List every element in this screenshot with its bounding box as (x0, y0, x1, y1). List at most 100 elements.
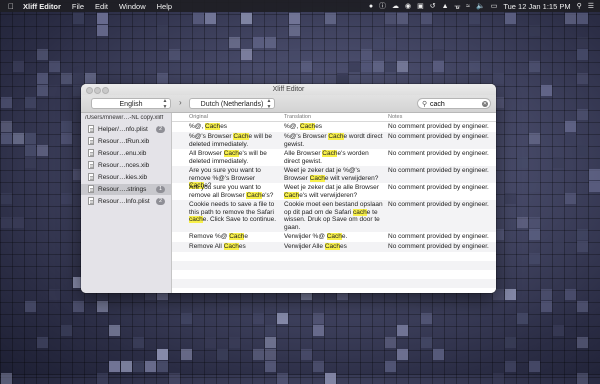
time-machine-icon[interactable]: ↺ (430, 2, 436, 10)
notes-cell: No comment provided by engineer. (388, 133, 489, 140)
wallpaper-tile (517, 157, 528, 168)
wallpaper-tile (541, 85, 552, 96)
wallpaper-tile (385, 361, 396, 372)
wallpaper-tile (181, 313, 192, 324)
wallpaper-tile (289, 13, 300, 24)
clear-search-icon[interactable]: ✕ (482, 101, 488, 107)
wallpaper-tile (61, 193, 72, 204)
minimize-window-button[interactable] (94, 87, 101, 94)
menu-file[interactable]: File (72, 2, 84, 11)
table-row[interactable]: %@, Caches %@, Caches No comment provided … (172, 122, 496, 132)
status-cloud-icon[interactable]: ☁ (392, 2, 399, 10)
original-cell: %@'s Browser Cache will be deleted immed… (189, 133, 272, 148)
wallpaper-tile (325, 13, 336, 24)
wallpaper-tile (397, 13, 408, 24)
search-highlight: Cach (328, 133, 344, 140)
toolbar: English ▲▼ › Dutch (Netherlands) ▲▼ ⚲ ✕ (81, 95, 496, 113)
sidebar-file-item[interactable]: Resour…enu.xib (81, 148, 171, 159)
wallpaper-tile (301, 61, 312, 72)
sidebar-file-item[interactable]: Resour…kies.xib (81, 172, 171, 183)
status-screen-icon[interactable]: ▣ (417, 2, 424, 10)
wallpaper-tile (73, 13, 84, 24)
notes-cell: No comment provided by engineer. (388, 150, 489, 157)
wallpaper-tile (589, 181, 600, 192)
wallpaper-tile (529, 61, 540, 72)
table-row[interactable]: Are you sure you want to remove all Brow… (172, 183, 496, 200)
source-language-label: English (119, 101, 143, 108)
wallpaper-tile (529, 361, 540, 372)
wallpaper-tile (1, 97, 12, 108)
wallpaper-tile (1, 193, 12, 204)
wallpaper-tile (577, 49, 588, 60)
status-circle-icon[interactable]: ● (369, 3, 373, 10)
wallpaper-tile (565, 289, 576, 300)
translation-cell[interactable]: Alle Browser Cache's worden direct gewis… (284, 150, 384, 165)
menu-edit[interactable]: Edit (95, 2, 108, 11)
sidebar-file-item[interactable]: Resour….strings 1 (81, 184, 171, 195)
table-row[interactable]: Remove All Caches Verwijder Alle Caches No… (172, 242, 496, 252)
search-field[interactable]: ⚲ ✕ (417, 98, 491, 109)
table-row[interactable]: Cookie needs to save a file to this path… (172, 200, 496, 232)
table-row[interactable]: Remove %@ Cache Verwijder %@ Cache. No com… (172, 232, 496, 242)
wallpaper-tile (253, 313, 264, 324)
sidebar-file-item[interactable]: Helper/…nfo.plist 2 (81, 124, 171, 135)
wallpaper-tile (421, 313, 432, 324)
translation-cell[interactable]: Weet je zeker dat je %@'s Browser Cache … (284, 167, 384, 182)
menu-window[interactable]: Window (119, 2, 146, 11)
wallpaper-tile (385, 13, 396, 24)
battery-icon[interactable]: ▭ (491, 2, 498, 10)
translation-cell[interactable]: Verwijder Alle Caches (284, 243, 384, 251)
table-row[interactable]: All Browser Cache's will be deleted imme… (172, 149, 496, 166)
translation-cell[interactable]: %@, Caches (284, 123, 384, 131)
search-highlight: Cach (322, 150, 338, 157)
apple-menu-icon[interactable]:  (8, 2, 14, 11)
sidebar-file-item[interactable]: Resour…Info.plist 2 (81, 196, 171, 207)
translation-cell[interactable]: Verwijder %@ Cache. (284, 233, 384, 241)
volume-icon[interactable]: 🔈 (476, 2, 485, 10)
wallpaper-tile (505, 289, 516, 300)
search-icon[interactable]: ⚲ (577, 2, 582, 10)
source-language-select[interactable]: English ▲ ▼ (91, 98, 171, 109)
xliff-editor-window: Xliff Editor English ▲ ▼ › Dutch (Netherl… (81, 84, 496, 293)
target-language-select[interactable]: Dutch (Netherlands) ▲ ▼ (189, 98, 275, 109)
wifi-icon[interactable]: ≈ (466, 3, 470, 10)
close-window-button[interactable] (86, 87, 93, 94)
sidebar-file-item[interactable]: Resour…tRun.xib (81, 136, 171, 147)
wallpaper-tile (1, 217, 12, 228)
column-original[interactable]: Original (189, 114, 208, 120)
search-input[interactable] (430, 100, 480, 108)
wallpaper-tile (277, 313, 288, 324)
title-bar[interactable]: Xliff Editor (81, 84, 496, 95)
count-badge: 2 (156, 198, 165, 205)
wallpaper-tile (577, 73, 588, 84)
wallpaper-tile (229, 337, 240, 348)
bluetooth-icon[interactable]: ᚗ (455, 2, 461, 10)
translation-cell[interactable]: Cookie moet een bestand opslaan op dit p… (284, 201, 384, 231)
column-translation[interactable]: Translation (284, 114, 311, 120)
status-info-icon[interactable]: ⓘ (379, 1, 386, 11)
search-highlight: Cach (223, 150, 239, 157)
table-row[interactable]: %@'s Browser Cache will be deleted immed… (172, 132, 496, 149)
sidebar-file-item[interactable]: Resour…nces.xib (81, 160, 171, 171)
notification-center-icon[interactable]: ☰ (588, 2, 594, 10)
clock[interactable]: Tue 12 Jan 1:15 PM (503, 2, 570, 11)
status-app-icon[interactable]: ◉ (405, 2, 411, 10)
wallpaper-tile (157, 25, 168, 36)
translation-cell[interactable]: %@'s Browser Cache wordt direct gewist. (284, 133, 384, 148)
wallpaper-tile (109, 361, 120, 372)
wallpaper-tile (49, 289, 60, 300)
column-notes[interactable]: Notes (388, 114, 402, 120)
menu-help[interactable]: Help (157, 2, 172, 11)
table-row[interactable]: Are you sure you want to remove %@'s Bro… (172, 166, 496, 189)
menu-app-name[interactable]: Xliff Editor (23, 2, 61, 11)
document-icon (88, 125, 94, 133)
airplay-icon[interactable]: ▲ (442, 3, 449, 10)
search-highlight: Cach (284, 191, 300, 199)
translation-cell[interactable]: Weet je zeker dat je alle Browser Cache'… (284, 184, 384, 199)
wallpaper-tile (313, 325, 324, 336)
zoom-window-button[interactable] (102, 87, 109, 94)
wallpaper-tile (25, 301, 36, 312)
wallpaper-tile (265, 361, 276, 372)
wallpaper-tile (469, 61, 480, 72)
sidebar-file-label: Helper/…nfo.plist (98, 126, 148, 133)
